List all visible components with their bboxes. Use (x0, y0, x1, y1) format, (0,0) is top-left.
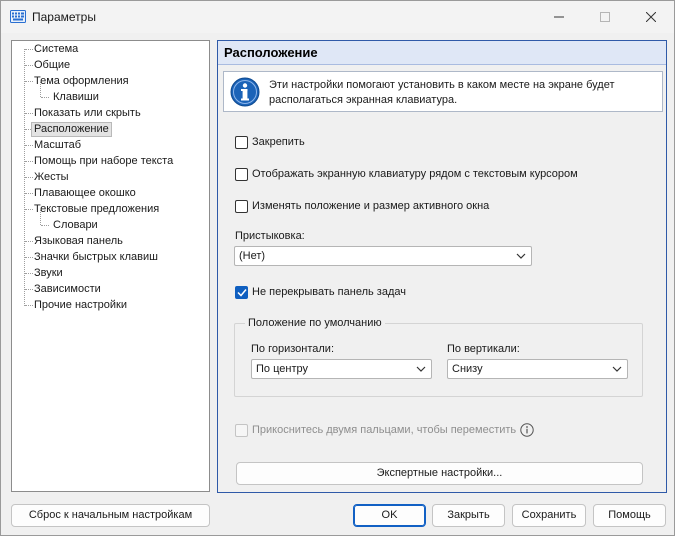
help-button[interactable]: Помощь (593, 504, 666, 527)
tree-item-general[interactable]: Общие (32, 58, 72, 73)
tree-item-position[interactable]: Расположение (31, 122, 112, 137)
position-settings-panel: Расположение Эти настройки помогают уста… (217, 40, 667, 493)
near-cursor-label: Отображать экранную клавиатуру рядом с т… (252, 168, 578, 180)
tree-item-text-suggestions[interactable]: Текстовые предложения (32, 202, 161, 217)
tree-item-language-bar[interactable]: Языковая панель (32, 234, 125, 249)
tree-item-system[interactable]: Система (32, 42, 80, 57)
horizontal-value: По центру (256, 363, 308, 375)
no-overlap-taskbar-checkbox[interactable] (235, 285, 248, 299)
tree-item-dictionaries[interactable]: Словари (51, 218, 100, 233)
vertical-value: Снизу (452, 363, 483, 375)
info-box: Эти настройки помогают установить в како… (223, 71, 663, 112)
near-cursor-checkbox[interactable] (235, 167, 248, 181)
checkmark-icon (236, 288, 247, 297)
resize-active-label: Изменять положение и размер активного ок… (252, 200, 490, 212)
title-bar[interactable]: Параметры (1, 1, 674, 33)
keyboard-icon (10, 10, 26, 23)
reset-button[interactable]: Сброс к начальным настройкам (11, 504, 210, 527)
expert-settings-button[interactable]: Экспертные настройки... (236, 462, 643, 485)
tree-item-show-hide[interactable]: Показать или скрыть (32, 106, 143, 121)
two-finger-checkbox (235, 423, 248, 437)
horizontal-select[interactable]: По центру (251, 359, 432, 379)
info-text: Эти настройки помогают установить в како… (269, 79, 615, 106)
tree-item-theme[interactable]: Тема оформления (32, 74, 131, 89)
save-button[interactable]: Сохранить (512, 504, 586, 527)
vertical-label: По вертикали: (447, 343, 520, 355)
default-position-group: Положение по умолчанию По горизонтали: П… (234, 317, 643, 397)
info-icon (230, 77, 260, 107)
tree-item-scale[interactable]: Масштаб (32, 138, 83, 153)
vertical-select[interactable]: Снизу (447, 359, 628, 379)
docking-select[interactable]: (Нет) (234, 246, 532, 266)
horizontal-label: По горизонтали: (251, 343, 334, 355)
tree-item-other-settings[interactable]: Прочие настройки (32, 298, 129, 313)
two-finger-label: Прикоснитесь двумя пальцами, чтобы перем… (252, 424, 517, 436)
settings-window: Параметры Система Общие Тема оформления … (0, 0, 675, 536)
default-position-title: Положение по умолчанию (245, 317, 385, 329)
chevron-down-icon (416, 366, 426, 372)
tree-item-dependencies[interactable]: Зависимости (32, 282, 103, 297)
tree-item-hotkey-icons[interactable]: Значки быстрых клавиш (32, 250, 160, 265)
no-overlap-taskbar-checkbox-row[interactable]: Не перекрывать панель задач (235, 285, 406, 299)
settings-tree[interactable]: Система Общие Тема оформления Клавиши По… (11, 40, 210, 492)
minimize-icon (554, 16, 564, 17)
maximize-button[interactable] (582, 1, 628, 32)
tree-item-sounds[interactable]: Звуки (32, 266, 65, 281)
close-icon (646, 11, 656, 22)
tree-item-gestures[interactable]: Жесты (32, 170, 71, 185)
resize-active-checkbox-row[interactable]: Изменять положение и размер активного ок… (235, 199, 489, 213)
tree-connector (41, 225, 49, 226)
info-circle-icon[interactable] (520, 423, 534, 437)
pin-checkbox-row[interactable]: Закрепить (235, 135, 305, 149)
near-cursor-checkbox-row[interactable]: Отображать экранную клавиатуру рядом с т… (235, 167, 578, 181)
window-title: Параметры (32, 10, 96, 24)
close-window-button[interactable] (628, 1, 674, 32)
tree-item-floating-window[interactable]: Плавающее окошко (32, 186, 138, 201)
ok-button[interactable]: OK (353, 504, 426, 527)
maximize-icon (600, 11, 610, 22)
panel-title: Расположение (218, 41, 666, 65)
tree-item-typing-help[interactable]: Помощь при наборе текста (32, 154, 175, 169)
docking-label: Пристыковка: (235, 230, 305, 242)
two-finger-checkbox-row: Прикоснитесь двумя пальцами, чтобы перем… (235, 423, 534, 437)
pin-label: Закрепить (252, 136, 305, 148)
chevron-down-icon (516, 253, 526, 259)
pin-checkbox[interactable] (235, 135, 248, 149)
chevron-down-icon (612, 366, 622, 372)
tree-item-keys[interactable]: Клавиши (51, 90, 101, 105)
close-button[interactable]: Закрыть (432, 504, 505, 527)
no-overlap-taskbar-label: Не перекрывать панель задач (252, 286, 406, 298)
docking-value: (Нет) (239, 250, 266, 262)
tree-connector (41, 97, 49, 98)
minimize-button[interactable] (536, 1, 582, 32)
resize-active-checkbox[interactable] (235, 199, 248, 213)
